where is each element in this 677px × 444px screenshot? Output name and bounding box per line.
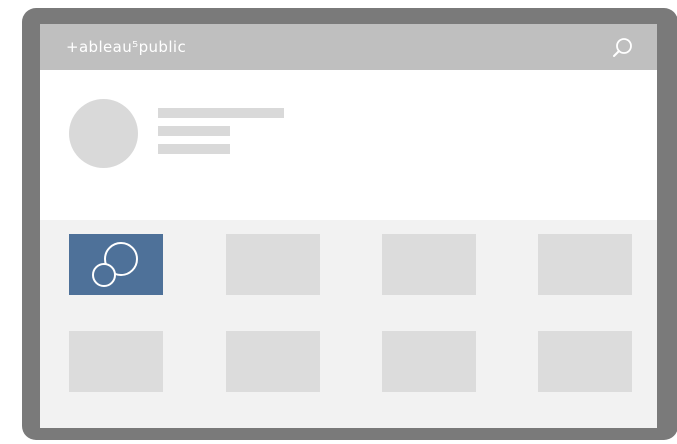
viz-tile[interactable] xyxy=(382,331,476,392)
viz-tile-active[interactable] xyxy=(69,234,163,295)
top-bar: +ableau⁵public xyxy=(40,24,657,70)
viz-gallery xyxy=(40,220,657,428)
profile-detail-placeholder xyxy=(158,126,230,136)
avatar[interactable] xyxy=(69,99,138,168)
viz-tile[interactable] xyxy=(226,331,320,392)
brand-logo[interactable]: +ableau⁵public xyxy=(66,37,186,57)
search-icon[interactable] xyxy=(611,36,635,60)
viz-tile[interactable] xyxy=(538,234,632,295)
profile-detail-placeholder xyxy=(158,144,230,154)
illustration-stage: +ableau⁵public xyxy=(0,0,677,444)
profile-name-placeholder xyxy=(158,108,284,118)
viz-tile[interactable] xyxy=(382,234,476,295)
profile-header xyxy=(40,70,657,220)
overlapping-circles-icon xyxy=(92,242,138,287)
viz-tile[interactable] xyxy=(69,331,163,392)
device-screen: +ableau⁵public xyxy=(40,24,657,428)
viz-tile[interactable] xyxy=(538,331,632,392)
viz-tile[interactable] xyxy=(226,234,320,295)
